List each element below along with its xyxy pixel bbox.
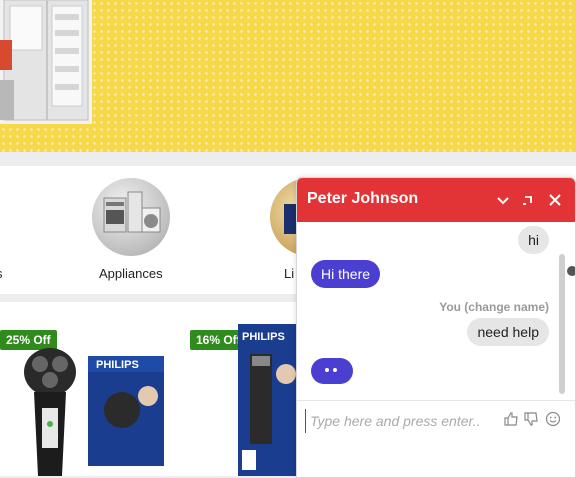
category-label[interactable]: s xyxy=(0,266,3,281)
expand-icon[interactable] xyxy=(521,191,537,209)
typing-dot xyxy=(325,368,329,372)
typing-indicator xyxy=(311,358,353,384)
chat-agent-name: Peter Johnson xyxy=(307,190,419,207)
user-message: need help xyxy=(467,318,549,346)
chat-message-input[interactable] xyxy=(305,409,504,433)
brand-label: PHILIPS xyxy=(96,359,139,371)
appliances-image[interactable] xyxy=(92,178,170,256)
chat-messages[interactable]: hi Hi there You (change name) need help xyxy=(297,222,575,398)
typing-dot xyxy=(333,368,337,372)
user-message: hi xyxy=(518,226,549,254)
change-name-link[interactable]: You (change name) xyxy=(439,300,549,314)
brand-label: PHILIPS xyxy=(242,331,285,343)
appliances-icon xyxy=(103,191,161,233)
category-label-lifestyle[interactable]: Li xyxy=(284,266,294,281)
hair-clipper-image[interactable]: PHILIPS xyxy=(238,324,298,476)
thumbs-down-icon[interactable] xyxy=(523,411,539,427)
electric-shaver-image[interactable]: PHILIPS xyxy=(22,348,172,476)
chevron-down-icon[interactable] xyxy=(495,191,511,209)
chat-footer xyxy=(297,400,575,477)
thumbs-up-icon[interactable] xyxy=(503,411,519,427)
chat-header[interactable]: Peter Johnson xyxy=(297,178,575,222)
category-label-appliances[interactable]: Appliances xyxy=(99,266,163,281)
chat-widget: Peter Johnson hi Hi there You (change na… xyxy=(296,177,576,478)
emoji-icon[interactable] xyxy=(545,411,561,427)
scroll-handle[interactable] xyxy=(567,266,575,276)
discount-badge: 25% Off xyxy=(0,330,57,350)
agent-message: Hi there xyxy=(311,260,381,288)
refrigerator-image xyxy=(0,0,92,124)
close-icon[interactable] xyxy=(547,191,563,209)
chat-scrollbar[interactable] xyxy=(559,254,565,394)
section-gap xyxy=(0,152,576,166)
hero-banner[interactable] xyxy=(0,0,576,152)
